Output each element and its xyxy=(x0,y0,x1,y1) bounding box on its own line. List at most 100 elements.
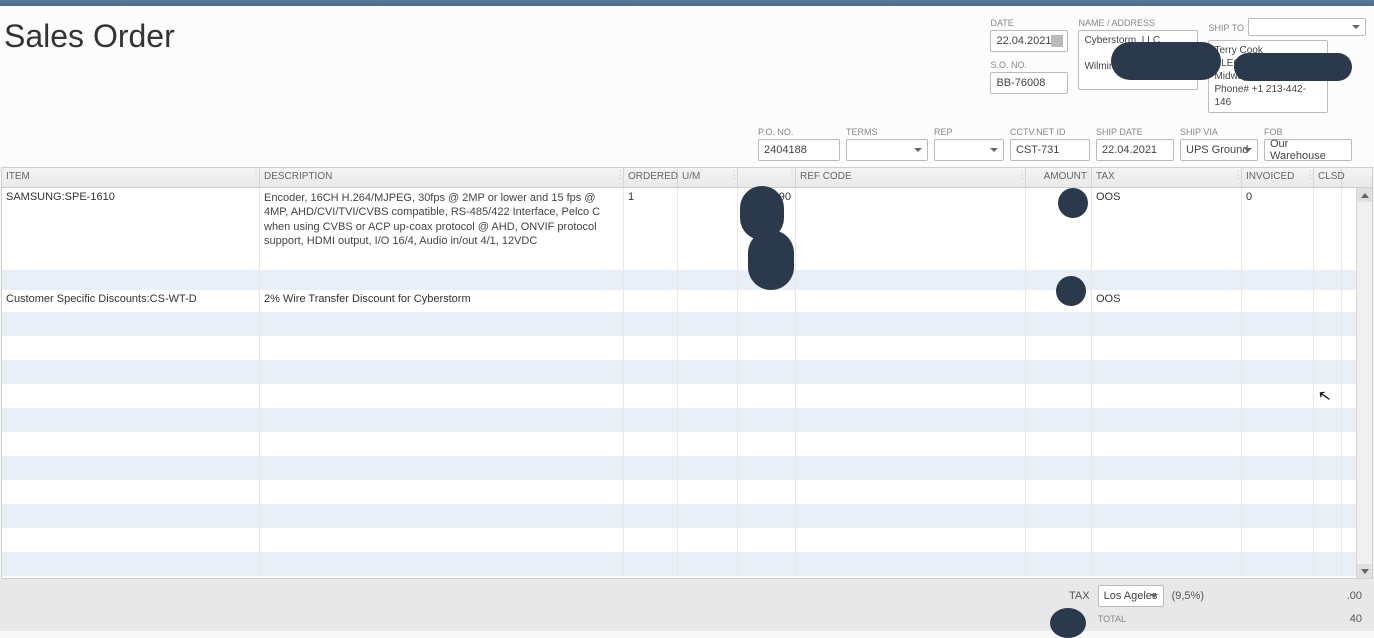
name-address-label: NAME / ADDRESS xyxy=(1078,18,1198,28)
table-row[interactable] xyxy=(2,456,1372,480)
table-row[interactable] xyxy=(2,504,1372,528)
terms-field: TERMS xyxy=(846,127,928,161)
col-rate[interactable] xyxy=(738,168,796,187)
cell-closed[interactable] xyxy=(1314,290,1342,312)
redaction-mark xyxy=(1111,42,1221,80)
tax-percent: (9,5%) xyxy=(1172,590,1204,602)
cell-item[interactable]: Customer Specific Discounts:CS-WT-D xyxy=(2,290,260,312)
tax-region-dropdown[interactable]: Los Ageles xyxy=(1098,585,1164,607)
redaction-mark xyxy=(1056,276,1086,306)
cell-tax[interactable]: OOS xyxy=(1092,290,1242,312)
table-row[interactable] xyxy=(2,432,1372,456)
table-row[interactable] xyxy=(2,336,1372,360)
grid-body: SAMSUNG:SPE-1610 Encoder, 16CH H.264/MJP… xyxy=(2,188,1372,580)
cell-refcode[interactable] xyxy=(796,290,1026,312)
cell-ordered[interactable] xyxy=(624,290,678,312)
tax-region-value: Los Ageles xyxy=(1104,590,1158,602)
date-label: DATE xyxy=(990,18,1068,28)
ship-to-label: SHIP TO xyxy=(1208,23,1244,33)
cell-description[interactable]: 2% Wire Transfer Discount for Cyberstorm xyxy=(260,290,624,312)
cell-invoiced[interactable] xyxy=(1242,290,1314,312)
col-ordered[interactable]: ORDERED xyxy=(624,168,678,187)
po-no-field: P.O. NO. 2404188 xyxy=(758,127,840,161)
cell-tax[interactable]: OOS xyxy=(1092,188,1242,270)
date-value: 22.04.2021 xyxy=(996,35,1051,47)
cell-item[interactable]: SAMSUNG:SPE-1610 xyxy=(2,188,260,270)
cell-description[interactable]: Encoder, 16CH H.264/MJPEG, 30fps @ 2MP o… xyxy=(260,188,624,270)
calendar-icon[interactable] xyxy=(1051,35,1063,47)
table-row[interactable] xyxy=(2,384,1372,408)
cell-um[interactable] xyxy=(678,188,738,270)
cell-refcode[interactable] xyxy=(796,188,1026,270)
terms-dropdown[interactable] xyxy=(846,139,928,161)
table-row[interactable] xyxy=(2,528,1372,552)
col-description[interactable]: DESCRIPTION xyxy=(260,168,624,187)
table-row[interactable] xyxy=(2,270,1372,290)
col-closed[interactable]: CLSD xyxy=(1314,168,1342,187)
table-row[interactable] xyxy=(2,360,1372,384)
col-refcode[interactable]: REF CODE xyxy=(796,168,1026,187)
vertical-scrollbar[interactable] xyxy=(1356,188,1372,578)
footer-total-row: TOTAL 40 xyxy=(0,613,1374,631)
col-item[interactable]: ITEM xyxy=(2,168,260,187)
total-amount: 40 xyxy=(1134,613,1362,625)
page-title: Sales Order xyxy=(4,18,990,55)
date-input[interactable]: 22.04.2021 xyxy=(990,30,1068,52)
fob-value: Our Warehouse xyxy=(1270,138,1346,162)
terms-label: TERMS xyxy=(846,127,928,137)
cell-invoiced[interactable]: 0 xyxy=(1242,188,1314,270)
col-invoiced[interactable]: INVOICED xyxy=(1242,168,1314,187)
ship-to-dropdown[interactable] xyxy=(1248,18,1366,36)
ship-date-field: SHIP DATE 22.04.2021 xyxy=(1096,127,1174,161)
tax-amount: .00 xyxy=(1212,590,1362,602)
date-so-group: DATE 22.04.2021 S.O. NO. BB-76008 xyxy=(990,18,1068,94)
redaction-mark xyxy=(1050,608,1086,638)
scroll-up-icon[interactable] xyxy=(1357,188,1372,202)
table-row[interactable] xyxy=(2,552,1372,576)
col-um[interactable]: U/M xyxy=(678,168,738,187)
ship-date-label: SHIP DATE xyxy=(1096,127,1174,137)
fob-field: FOB Our Warehouse xyxy=(1264,127,1352,161)
total-label: TOTAL xyxy=(1098,614,1126,624)
tax-label: TAX xyxy=(1069,590,1090,602)
redaction-mark xyxy=(748,230,794,290)
po-no-input[interactable]: 2404188 xyxy=(758,139,840,161)
rep-dropdown[interactable] xyxy=(934,139,1004,161)
ship-via-dropdown[interactable]: UPS Ground xyxy=(1180,139,1258,161)
footer-totals: TAX Los Ageles (9,5%) .00 xyxy=(0,579,1374,613)
cell-rate[interactable] xyxy=(738,290,796,312)
cctv-label: CCTV.NET ID xyxy=(1010,127,1090,137)
table-row[interactable]: SAMSUNG:SPE-1610 Encoder, 16CH H.264/MJP… xyxy=(2,188,1372,270)
cctv-value: CST-731 xyxy=(1016,144,1059,156)
rep-label: REP xyxy=(934,127,1004,137)
so-no-input[interactable]: BB-76008 xyxy=(990,72,1068,94)
scroll-down-icon[interactable] xyxy=(1357,564,1372,578)
cctv-input[interactable]: CST-731 xyxy=(1010,139,1090,161)
po-no-value: 2404188 xyxy=(764,144,807,156)
table-row[interactable] xyxy=(2,312,1372,336)
redaction-mark xyxy=(1234,53,1352,81)
column-headers: ITEM DESCRIPTION ORDERED U/M REF CODE AM… xyxy=(2,168,1372,188)
so-no-label: S.O. NO. xyxy=(990,60,1068,70)
table-row[interactable] xyxy=(2,408,1372,432)
ship-date-value: 22.04.2021 xyxy=(1102,144,1157,156)
ship-via-label: SHIP VIA xyxy=(1180,127,1258,137)
fob-input[interactable]: Our Warehouse xyxy=(1264,139,1352,161)
redaction-mark xyxy=(1058,188,1088,218)
col-tax[interactable]: TAX xyxy=(1092,168,1242,187)
table-row[interactable] xyxy=(2,480,1372,504)
table-row[interactable]: Customer Specific Discounts:CS-WT-D 2% W… xyxy=(2,290,1372,312)
cctv-field: CCTV.NET ID CST-731 xyxy=(1010,127,1090,161)
po-no-label: P.O. NO. xyxy=(758,127,840,137)
ship-line4: Phone# +1 213-442-146 xyxy=(1214,83,1322,109)
ship-via-field: SHIP VIA UPS Ground xyxy=(1180,127,1258,161)
subheader-row: P.O. NO. 2404188 TERMS REP CCTV.NET ID C… xyxy=(0,121,1374,167)
cell-um[interactable] xyxy=(678,290,738,312)
col-amount[interactable]: AMOUNT xyxy=(1026,168,1092,187)
cell-ordered[interactable]: 1 xyxy=(624,188,678,270)
cell-closed[interactable] xyxy=(1314,188,1342,270)
so-no-value: BB-76008 xyxy=(996,77,1045,89)
ship-via-value: UPS Ground xyxy=(1186,144,1248,156)
rep-field: REP xyxy=(934,127,1004,161)
ship-date-input[interactable]: 22.04.2021 xyxy=(1096,139,1174,161)
